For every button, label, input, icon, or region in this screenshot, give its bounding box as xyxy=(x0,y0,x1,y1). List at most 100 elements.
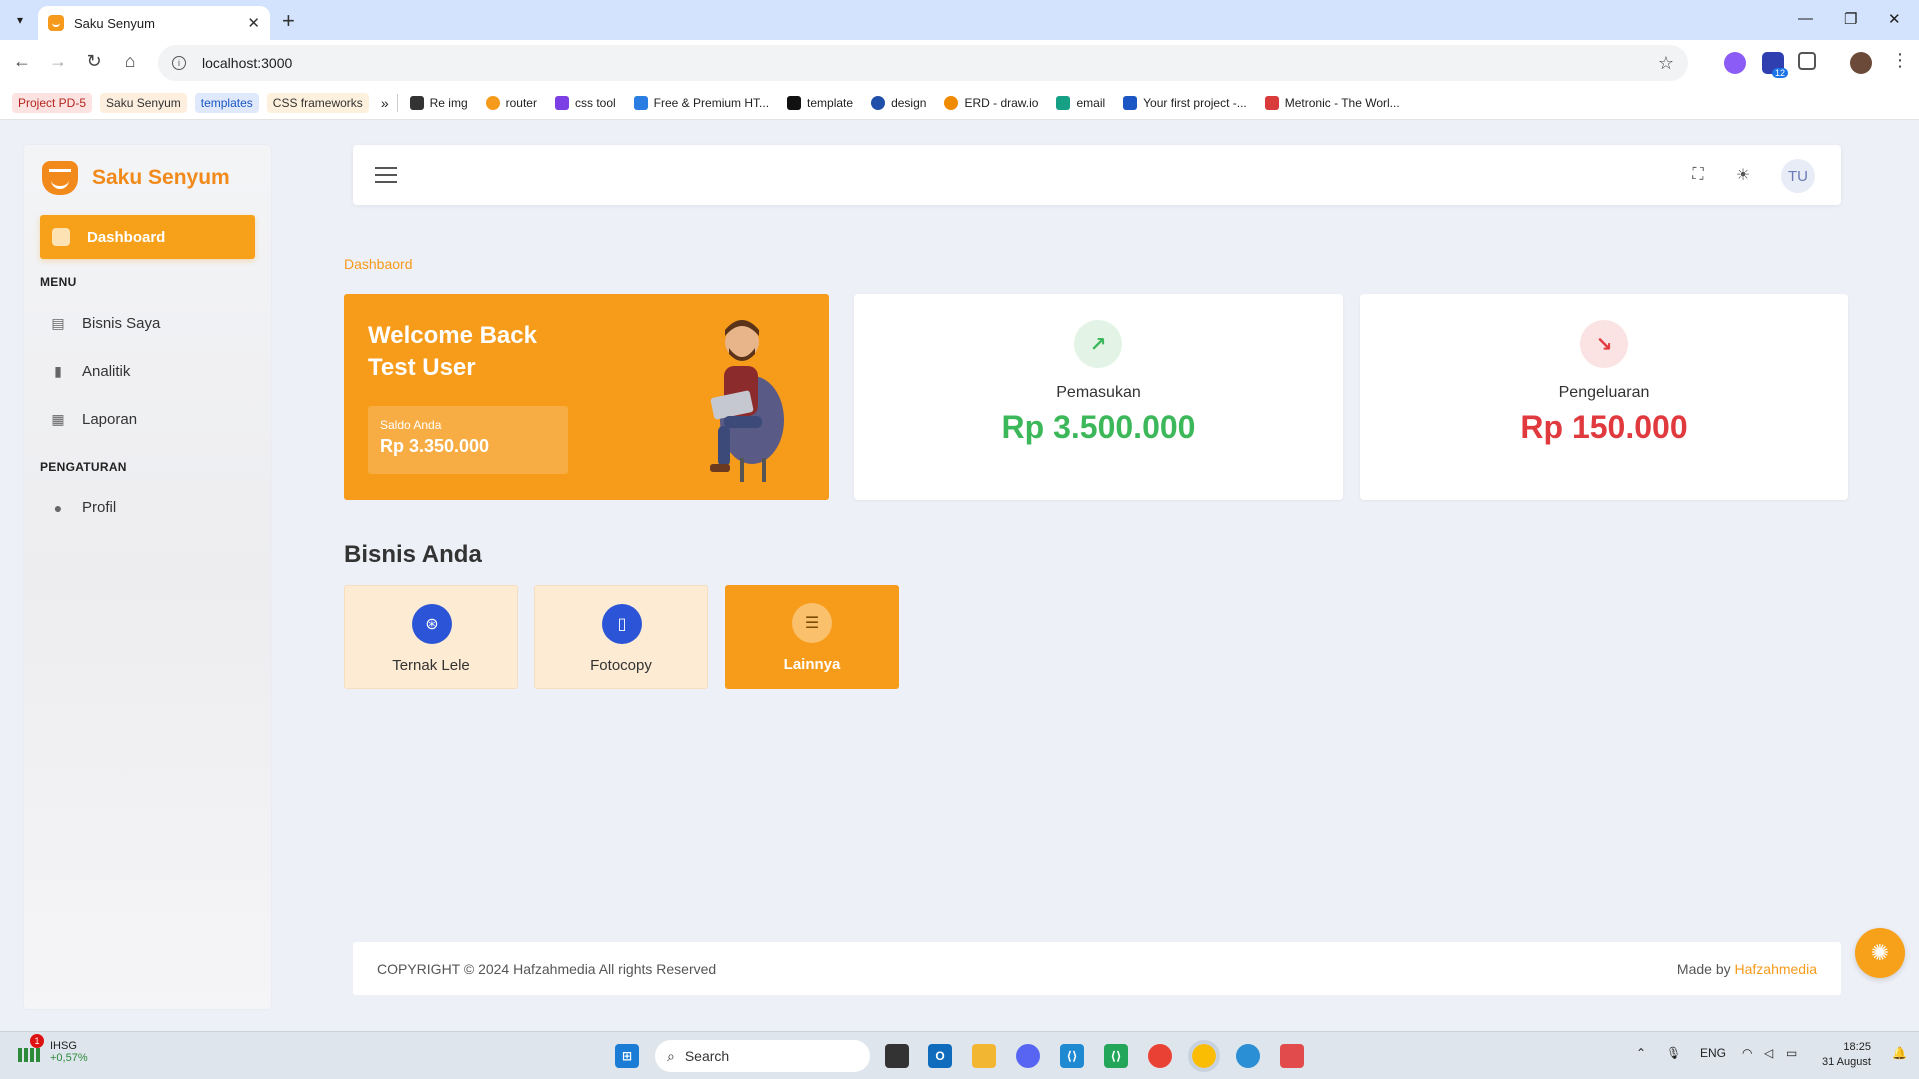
theme-sun-icon[interactable]: ☀ xyxy=(1733,165,1753,185)
business-card-lainnya[interactable]: ☰ Lainnya xyxy=(725,585,899,689)
browser-tab[interactable]: Saku Senyum ✕ xyxy=(38,6,270,40)
snipping-tool-icon[interactable] xyxy=(1280,1044,1304,1068)
business-card-ternak-lele[interactable]: ⊛ Ternak Lele xyxy=(344,585,518,689)
bookmark-item[interactable]: css tool xyxy=(554,95,616,110)
bookmark-folder-saku[interactable]: Saku Senyum xyxy=(100,92,187,113)
bookmark-favicon-icon xyxy=(485,95,500,110)
windows-start-icon[interactable]: ⊞ xyxy=(615,1044,639,1068)
bookmarks-more-icon[interactable]: » xyxy=(381,95,389,111)
bookmark-favicon-icon xyxy=(1056,95,1071,110)
restore-icon[interactable]: ❐ xyxy=(1844,10,1857,28)
taskbar-search[interactable]: ⌕ Search xyxy=(655,1040,870,1072)
top-header: ⛶ ☀ TU xyxy=(353,145,1841,205)
bookmark-folder-css[interactable]: CSS frameworks xyxy=(266,92,369,113)
sidebar-item-laporan[interactable]: ▦ Laporan xyxy=(50,411,137,428)
search-icon: ⌕ xyxy=(667,1047,675,1064)
bookmark-star-icon[interactable]: ☆ xyxy=(1658,53,1674,74)
browser-menu-icon[interactable]: ⋮ xyxy=(1888,50,1912,71)
balance-value: Rp 3.350.000 xyxy=(380,436,490,456)
browser-app-icon[interactable] xyxy=(1236,1044,1260,1068)
language-indicator[interactable]: ENG xyxy=(1700,1046,1726,1060)
sidebar-item-label: Dashboard xyxy=(87,228,166,246)
window-close-icon[interactable]: ✕ xyxy=(1888,10,1901,28)
minimize-icon[interactable]: — xyxy=(1798,10,1813,27)
reload-icon[interactable]: ↻ xyxy=(82,51,106,72)
dashboard-icon xyxy=(52,228,70,246)
sidebar-item-label: Bisnis Saya xyxy=(82,315,161,332)
bookmark-item[interactable]: template xyxy=(787,95,853,110)
fish-icon: ⊛ xyxy=(412,604,452,644)
bookmark-favicon-icon xyxy=(1264,95,1279,110)
profile-avatar-icon[interactable] xyxy=(1850,52,1872,74)
welcome-card: Welcome Back Test User Saldo Anda Rp 3.3… xyxy=(344,294,829,500)
made-by-link[interactable]: Hafzahmedia xyxy=(1735,961,1818,977)
user-icon: ● xyxy=(53,499,63,516)
chrome-active-icon[interactable] xyxy=(1188,1040,1220,1072)
extension-badge-icon[interactable]: 12 xyxy=(1762,52,1788,78)
url-text[interactable]: localhost:3000 xyxy=(202,55,292,71)
fullscreen-icon[interactable]: ⛶ xyxy=(1688,165,1708,185)
outlook-icon[interactable]: O xyxy=(928,1044,952,1068)
bookmark-item[interactable]: design xyxy=(871,95,926,110)
browser-toolbar: ← → ↻ ⌂ i localhost:3000 ☆ 12 ⋮ xyxy=(0,40,1919,86)
forward-icon[interactable]: → xyxy=(46,51,70,72)
tab-search-icon[interactable]: ▾ xyxy=(10,10,30,30)
windows-taskbar: 1 IHSG +0,57% ⊞ ⌕ Search O ⟨⟩ ⟨⟩ ⌃ 🎙 ENG… xyxy=(0,1031,1919,1079)
file-explorer-icon[interactable] xyxy=(972,1044,996,1068)
discord-icon[interactable] xyxy=(1016,1044,1040,1068)
made-by: Made by Hafzahmedia xyxy=(1677,961,1817,977)
bookmark-item[interactable]: router xyxy=(485,95,537,110)
store-icon: ▤ xyxy=(51,315,65,331)
tray-chevron-icon[interactable]: ⌃ xyxy=(1636,1046,1646,1060)
welcome-user-name: Test User xyxy=(368,354,476,381)
expense-label: Pengeluaran xyxy=(1558,384,1650,401)
task-view-icon[interactable] xyxy=(885,1044,909,1068)
bookmark-folder-project[interactable]: Project PD-5 xyxy=(12,92,93,113)
extensions-puzzle-icon[interactable] xyxy=(1798,52,1816,70)
bookmark-item[interactable]: Free & Premium HT... xyxy=(633,95,769,110)
vscode-insiders-icon[interactable]: ⟨⟩ xyxy=(1104,1044,1128,1068)
site-info-icon[interactable]: i xyxy=(172,56,186,70)
menu-toggle-icon[interactable] xyxy=(375,167,397,183)
system-clock[interactable]: 18:25 31 August xyxy=(1822,1040,1871,1070)
bookmark-item[interactable]: email xyxy=(1056,95,1105,110)
breadcrumb[interactable]: Dashbaord xyxy=(344,256,413,272)
file-icon: ▯ xyxy=(602,604,642,644)
brand-logo[interactable]: Saku Senyum xyxy=(42,161,230,195)
sidebar-item-label: Analitik xyxy=(82,363,131,380)
bookmark-favicon-icon xyxy=(554,95,569,110)
business-card-fotocopy[interactable]: ▯ Fotocopy xyxy=(534,585,708,689)
chrome-icon[interactable] xyxy=(1148,1044,1172,1068)
battery-icon[interactable]: ▭ xyxy=(1786,1046,1797,1060)
tab-close-icon[interactable]: ✕ xyxy=(247,14,260,32)
bookmark-item[interactable]: Metronic - The Worl... xyxy=(1264,95,1400,110)
back-icon[interactable]: ← xyxy=(10,51,34,72)
stock-widget[interactable]: 1 IHSG +0,57% xyxy=(18,1034,88,1064)
settings-gear-button[interactable]: ✺ xyxy=(1855,928,1905,978)
notification-badge: 1 xyxy=(30,1034,44,1048)
vscode-icon[interactable]: ⟨⟩ xyxy=(1060,1044,1084,1068)
bookmark-item[interactable]: ERD - draw.io xyxy=(944,95,1038,110)
address-bar[interactable]: i localhost:3000 ☆ xyxy=(158,45,1688,81)
tab-favicon-icon xyxy=(48,15,64,31)
extension-icon[interactable] xyxy=(1724,52,1746,74)
microphone-icon[interactable]: 🎙 xyxy=(1666,1046,1681,1060)
user-avatar[interactable]: TU xyxy=(1781,159,1815,193)
new-tab-icon[interactable]: + xyxy=(282,8,295,34)
home-icon[interactable]: ⌂ xyxy=(118,51,142,72)
clock-time: 18:25 xyxy=(1843,1041,1871,1053)
welcome-line1: Welcome Back xyxy=(368,322,537,349)
bookmark-folder-templates[interactable]: templates xyxy=(194,92,259,113)
bookmark-item[interactable]: Your first project -... xyxy=(1123,95,1247,110)
sidebar-item-analitik[interactable]: ▮ Analitik xyxy=(50,363,130,380)
sidebar-item-profil[interactable]: ● Profil xyxy=(50,499,116,516)
bookmark-item[interactable]: Re img xyxy=(409,95,468,110)
bookmark-favicon-icon xyxy=(1123,95,1138,110)
copyright-text: COPYRIGHT © 2024 Hafzahmedia All rights … xyxy=(377,960,717,977)
stock-change: +0,57% xyxy=(50,1052,88,1064)
volume-icon[interactable]: ◁ xyxy=(1764,1046,1773,1060)
wifi-icon[interactable]: ◠ xyxy=(1742,1046,1752,1060)
sidebar-item-dashboard[interactable]: Dashboard xyxy=(40,215,255,259)
sidebar-item-bisnis-saya[interactable]: ▤ Bisnis Saya xyxy=(50,315,160,332)
notification-bell-icon[interactable]: 🔔 xyxy=(1892,1046,1907,1060)
